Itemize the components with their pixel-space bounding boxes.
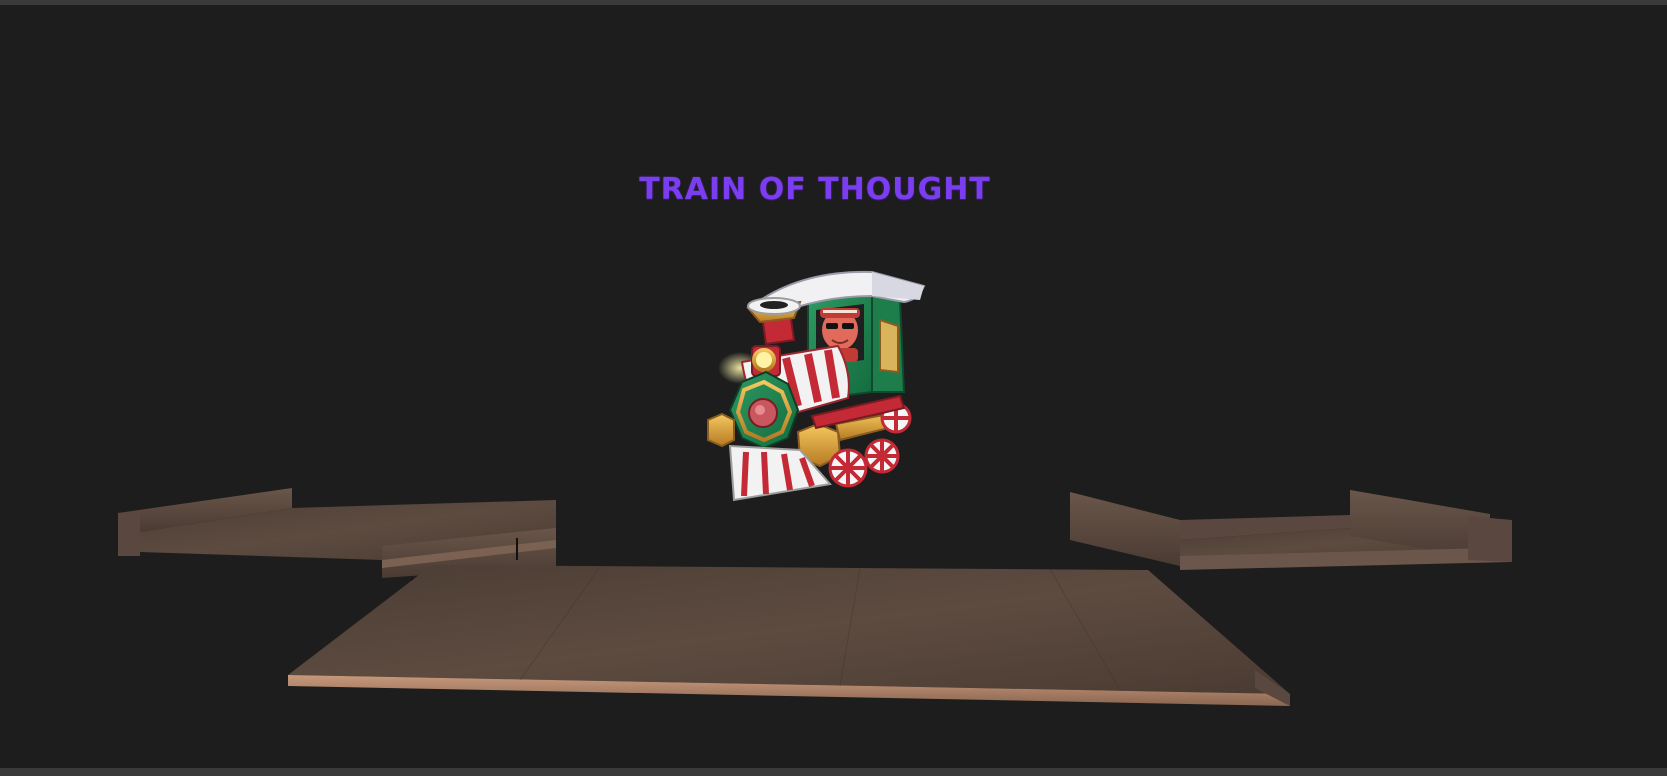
game-viewport[interactable]: TRAIN OF THOUGHT [0, 0, 1667, 776]
wheel-icon [828, 448, 868, 488]
bottom-frame-bar [0, 768, 1667, 776]
game-scene[interactable] [0, 0, 1667, 776]
right-platform [1070, 490, 1512, 570]
wheel-icon [864, 438, 900, 474]
main-platform [288, 565, 1290, 706]
train-icon[interactable] [707, 270, 926, 502]
